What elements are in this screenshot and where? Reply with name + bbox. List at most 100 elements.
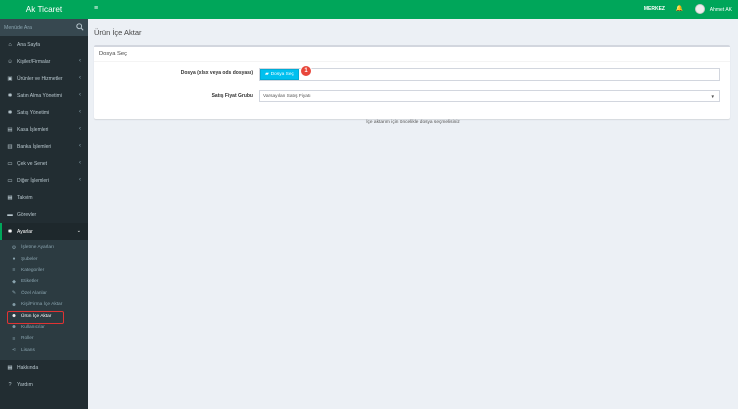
sidebar-item-urunler[interactable]: ▣ Ürünler ve Hizmetler ‹ — [0, 70, 88, 87]
sidebar-search — [0, 19, 88, 36]
sidebar-item-yardim[interactable]: ? Yardım — [0, 377, 88, 394]
dashboard-icon: ⌂ — [8, 41, 12, 48]
sidebar-item-gorevler[interactable]: ▬ Görevler — [0, 206, 88, 223]
calendar-icon: ▦ — [7, 194, 13, 201]
user-name[interactable]: Ahmet AK — [710, 7, 732, 13]
sidebar-item-ayarlar[interactable]: ✱ Ayarlar ⌄ — [0, 223, 88, 240]
sidebar-item-label: Satış Yönetimi — [17, 109, 50, 116]
page-title: Ürün İçe Aktar — [94, 28, 142, 37]
submenu-item-etiketler[interactable]: ◆ Etiketler — [0, 276, 88, 287]
sidebar-item-label: Banka İşlemleri — [17, 143, 52, 150]
submenu-item-roller[interactable]: ≡ Roller — [0, 333, 88, 344]
sidebar-item-banka[interactable]: ▥ Banka İşlemleri ‹ — [0, 138, 88, 155]
tag-icon: ◆ — [12, 278, 16, 285]
map-marker-icon: ● — [12, 256, 16, 263]
choose-file-label: Dosya Seç — [270, 72, 294, 77]
avatar[interactable] — [695, 4, 705, 14]
settings-submenu: ⚙ İşletme Ayarları ● Şubeler ≡ Kategoriler … — [0, 240, 88, 360]
info-message: İçe aktarım için öncelikle dosya seçmeli… — [366, 120, 460, 125]
app-logo[interactable]: Ak Ticaret — [0, 0, 88, 19]
submenu-item-label: Özel Alanlar — [21, 290, 47, 296]
sidebar-item-kisiler[interactable]: ☺ Kişiler/Firmalar ‹ — [0, 53, 88, 70]
step-badge: 1 — [300, 65, 312, 77]
box-icon: ▣ — [7, 75, 13, 82]
sidebar-item-label: Ana Sayfa — [17, 41, 41, 48]
chevron-left-icon: ‹ — [79, 58, 81, 64]
sidebar-item-label: Yardım — [17, 382, 33, 389]
top-navbar: ≡ MERKEZ 🔔 Ahmet AK — [88, 0, 738, 19]
wrench-icon: ✎ — [11, 290, 17, 297]
sidebar-item-label: Kasa İşlemleri — [17, 126, 49, 133]
sidebar-item-label: Hakkında — [17, 365, 39, 372]
panel-title: Dosya Seç — [94, 47, 730, 62]
submenu-item-label: Etiketler — [21, 279, 39, 285]
chevron-down-icon: ⌄ — [76, 228, 81, 234]
submenu-item-ozel-alanlar[interactable]: ✎ Özel Alanlar — [0, 288, 88, 299]
submenu-item-label: İşletme Ayarları — [21, 245, 54, 251]
bell-icon[interactable]: 🔔 — [676, 5, 683, 12]
sidebar-item-cek-senet[interactable]: ▭ Çek ve Senet ‹ — [0, 155, 88, 172]
user-import-icon: ☻ — [11, 313, 17, 320]
bank-icon: ▥ — [7, 143, 13, 150]
bill-icon: ▭ — [7, 177, 13, 184]
search-input[interactable] — [0, 19, 88, 36]
sidebar-item-label: Ürünler ve Hizmetler — [17, 75, 63, 82]
price-group-label: Satış Fiyat Grubu — [211, 93, 253, 99]
sidebar-item-label: Takvim — [17, 194, 33, 201]
folder-icon: ▰ — [265, 72, 269, 77]
cogs-icon: ⚙ — [11, 244, 17, 251]
submenu-item-lisans[interactable]: ⋖ Lisans — [0, 345, 88, 356]
sidebar-item-label: Ayarlar — [17, 228, 33, 235]
submenu-item-label: Kullanıcılar — [21, 324, 45, 330]
sidebar-item-label: Çek ve Senet — [17, 160, 48, 167]
chevron-left-icon: ‹ — [79, 126, 81, 132]
submenu-item-subeler[interactable]: ● Şubeler — [0, 253, 88, 264]
file-select-panel: Dosya Seç Dosya (xlsx veya ods dosyası) … — [94, 45, 730, 119]
cash-icon: ▤ — [7, 126, 13, 133]
chevron-left-icon: ‹ — [79, 143, 81, 149]
share-icon: ⋖ — [11, 347, 17, 354]
sidebar-item-takvim[interactable]: ▦ Takvim — [0, 189, 88, 206]
chevron-left-icon: ‹ — [79, 160, 81, 166]
sidebar-item-hakkinda[interactable]: ▦ Hakkında — [0, 360, 88, 377]
sidebar-item-label: Diğer İşlemleri — [17, 177, 49, 184]
submenu-item-label: Roller — [21, 336, 34, 342]
submenu-item-label: Ürün İçe Aktar — [21, 313, 52, 319]
sidebar-item-kasa[interactable]: ▤ Kasa İşlemleri ‹ — [0, 121, 88, 138]
list-icon: ≡ — [12, 335, 16, 342]
building-icon: ▦ — [7, 365, 13, 372]
list-icon: ≡ — [12, 267, 16, 274]
sidebar-item-diger[interactable]: ▭ Diğer İşlemleri ‹ — [0, 172, 88, 189]
sidebar-item-satin-alma[interactable]: ✱ Satın Alma Yönetimi ‹ — [0, 87, 88, 104]
choose-file-button[interactable]: ▰ Dosya Seç — [260, 69, 299, 80]
sidebar-item-label: Kişiler/Firmalar — [17, 58, 51, 65]
submenu-item-isletme-ayarlari[interactable]: ⚙ İşletme Ayarları — [0, 242, 88, 253]
search-icon[interactable] — [76, 23, 84, 31]
sidebar: Ak Ticaret ⌂ Ana Sayfa ☺ Kişiler/Firmalar ‹… — [0, 0, 88, 409]
settings-icon: ✱ — [7, 228, 13, 235]
submenu-item-kisi-firma-ice-aktar[interactable]: ☻ Kişi/Firma İçe Aktar — [0, 299, 88, 310]
submenu-item-kategoriler[interactable]: ≡ Kategoriler — [0, 265, 88, 276]
file-input[interactable] — [259, 68, 720, 81]
sidebar-item-satis[interactable]: ✱ Satış Yönetimi ‹ — [0, 104, 88, 121]
sidebar-item-label: Satın Alma Yönetimi — [17, 92, 62, 99]
submenu-item-label: Kişi/Firma İçe Aktar — [21, 302, 63, 308]
chevron-down-icon: ▼ — [710, 94, 715, 99]
gear-icon: ✱ — [7, 109, 13, 116]
price-group-value: Varsayılan Satış Fiyatı — [263, 93, 311, 99]
user-icon: ☻ — [11, 324, 17, 331]
branch-selector[interactable]: MERKEZ — [644, 6, 665, 12]
user-import-icon: ☻ — [11, 301, 17, 308]
sidebar-item-ana-sayfa[interactable]: ⌂ Ana Sayfa — [0, 36, 88, 53]
hamburger-icon[interactable]: ≡ — [94, 5, 98, 12]
chevron-left-icon: ‹ — [79, 92, 81, 98]
users-icon: ☺ — [7, 58, 13, 65]
submenu-item-kullanicilar[interactable]: ☻ Kullanıcılar — [0, 322, 88, 333]
chevron-left-icon: ‹ — [79, 177, 81, 183]
submenu-item-urun-ice-aktar[interactable]: ☻ Ürün İçe Aktar — [0, 310, 88, 325]
submenu-item-label: Kategoriler — [21, 267, 45, 273]
chevron-left-icon: ‹ — [79, 75, 81, 81]
gear-icon: ✱ — [7, 92, 13, 99]
tasks-icon: ▬ — [7, 211, 13, 218]
price-group-select[interactable]: Varsayılan Satış Fiyatı ▼ — [259, 90, 720, 102]
